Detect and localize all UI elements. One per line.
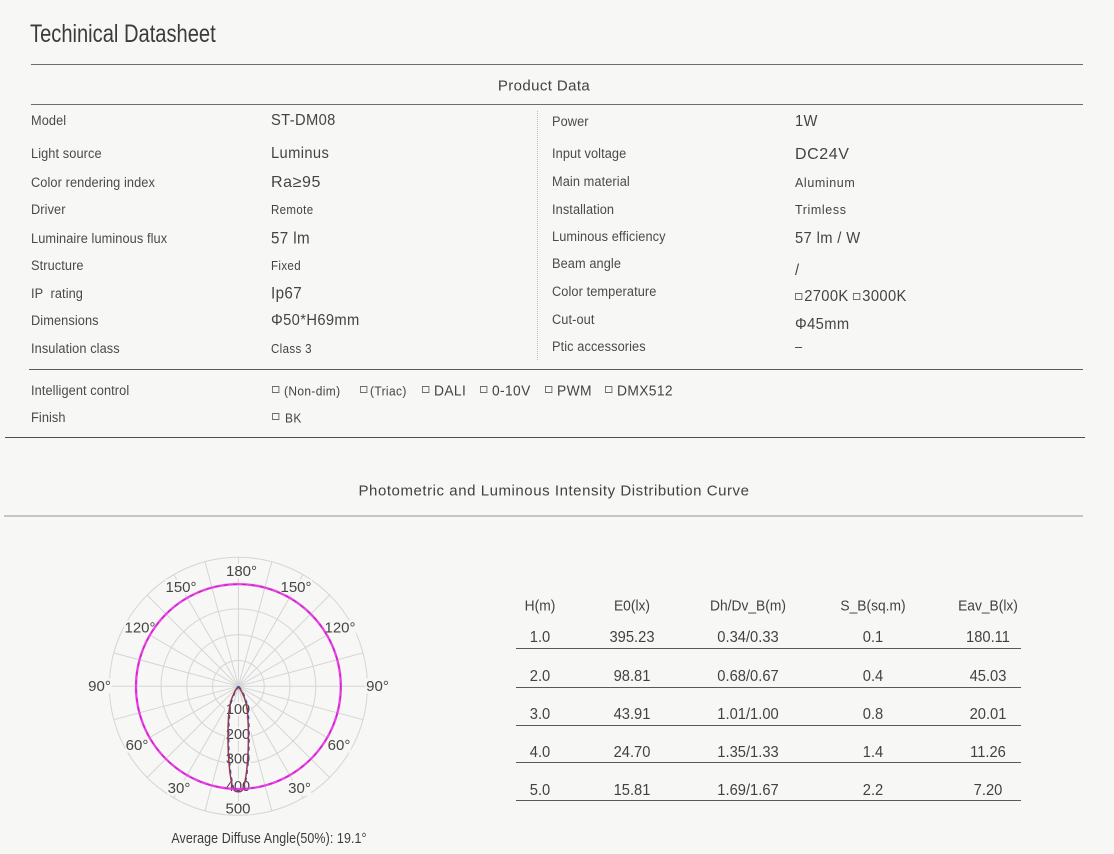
svg-text:180°: 180°: [226, 563, 257, 580]
svg-text:60°: 60°: [328, 737, 351, 754]
svg-text:150°: 150°: [280, 579, 311, 596]
svg-text:400: 400: [226, 779, 250, 795]
svg-text:200: 200: [226, 727, 250, 743]
svg-text:30°: 30°: [168, 780, 191, 797]
svg-text:60°: 60°: [126, 737, 149, 754]
svg-text:90°: 90°: [88, 678, 111, 695]
svg-text:30°: 30°: [288, 780, 311, 797]
svg-text:90°: 90°: [366, 678, 389, 695]
svg-text:150°: 150°: [165, 579, 196, 596]
svg-text:500: 500: [225, 801, 250, 818]
svg-text:120°: 120°: [324, 620, 355, 637]
